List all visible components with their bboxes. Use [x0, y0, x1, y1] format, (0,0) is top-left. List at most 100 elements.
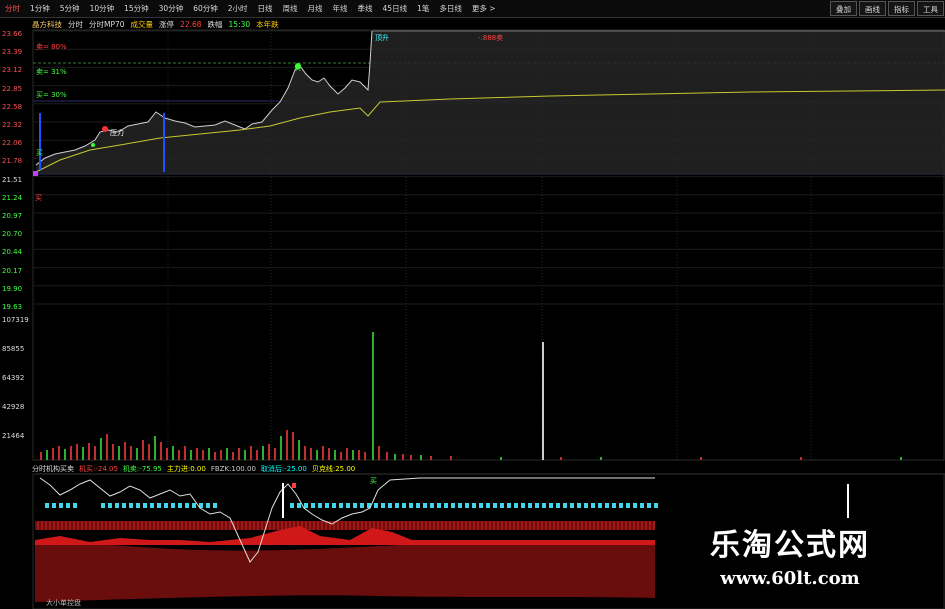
- cyan-dash-633: [633, 503, 637, 508]
- volume-bar-59: [402, 454, 404, 460]
- indicator-item-5: 贝克线:25.00: [311, 464, 356, 473]
- cyan-dash-626: [626, 503, 630, 508]
- period-tab-5[interactable]: 30分钟: [154, 0, 189, 17]
- watermark-title: 乐淘公式网: [710, 528, 870, 563]
- period-tab-12[interactable]: 季线: [353, 0, 378, 17]
- cyan-dash-290: [290, 503, 294, 508]
- volume-bar-13: [118, 446, 120, 460]
- volume-bar-53: [358, 450, 360, 460]
- volume-bar-35: [250, 446, 252, 460]
- volume-bar-20: [160, 442, 162, 460]
- toolbar-button-3[interactable]: 工具: [917, 1, 944, 16]
- toolbar-button-0[interactable]: 叠加: [830, 1, 857, 16]
- volume-bar-48: [328, 448, 330, 460]
- cyan-dash-430: [430, 503, 434, 508]
- volume-bar-1: [46, 450, 48, 460]
- volume-bar-62: [430, 456, 432, 460]
- cyan-dash-101: [101, 503, 105, 508]
- info-bar: 晶方科技 分时 分时MP70 成交量 涨停 22.68 跌幅 15:30 本年跌: [32, 18, 279, 30]
- volume-bar-27: [202, 450, 204, 460]
- period-tab-2[interactable]: 5分钟: [55, 0, 85, 17]
- cyan-dash-353: [353, 503, 357, 508]
- cyan-dash-486: [486, 503, 490, 508]
- toolbar-button-1[interactable]: 画线: [859, 1, 886, 16]
- volume-bar-49: [334, 450, 336, 460]
- volume-bar-40: [280, 436, 282, 460]
- volume-bar-0: [40, 452, 42, 460]
- volume-bar-29: [214, 452, 216, 460]
- period-tab-10[interactable]: 月线: [303, 0, 328, 17]
- period-tab-16[interactable]: 更多 >: [467, 0, 501, 17]
- volume-bar-65: [542, 342, 544, 460]
- signal-dot-red: [102, 126, 108, 132]
- volume-bar-37: [262, 446, 264, 460]
- period-tab-6[interactable]: 60分钟: [188, 0, 223, 17]
- period-tab-0[interactable]: 分时: [0, 0, 25, 17]
- volume-bar-41: [286, 430, 288, 460]
- volume-bar-11: [106, 434, 108, 460]
- cyan-dash-150: [150, 503, 154, 508]
- cyan-dash-458: [458, 503, 462, 508]
- cyan-dash-598: [598, 503, 602, 508]
- volume-bar-38: [268, 444, 270, 460]
- cyan-dash-549: [549, 503, 553, 508]
- cyan-dash-395: [395, 503, 399, 508]
- cyan-dash-528: [528, 503, 532, 508]
- cyan-dash-535: [535, 503, 539, 508]
- volume-bar-39: [274, 448, 276, 460]
- cyan-dash-164: [164, 503, 168, 508]
- volume-bar-56: [378, 446, 380, 460]
- volume-bar-50: [340, 452, 342, 460]
- price-tick-4: 22.58: [2, 102, 23, 111]
- cyan-dash-416: [416, 503, 420, 508]
- cyan-dash-451: [451, 503, 455, 508]
- volume-bar-44: [304, 446, 306, 460]
- cyan-dash-325: [325, 503, 329, 508]
- period-tab-1[interactable]: 1分钟: [25, 0, 55, 17]
- price-tick-14: 19.90: [2, 284, 23, 293]
- top-peak-label: 卖: [294, 64, 301, 72]
- period-tab-13[interactable]: 45日线: [378, 0, 413, 17]
- cyan-dash-542: [542, 503, 546, 508]
- buy-pct-label: 买= 30%: [36, 91, 67, 99]
- volume-bar-51: [346, 448, 348, 460]
- volume-bar-46: [316, 450, 318, 460]
- cyan-dash-514: [514, 503, 518, 508]
- volume-bar-25: [190, 450, 192, 460]
- volume-bar-60: [410, 455, 412, 460]
- y-axis: 23.66 23.39 23.12 22.85 22.58 22.32 22.06 21.78…: [0, 18, 32, 608]
- volume-bar-31: [226, 448, 228, 460]
- period-tab-11[interactable]: 年线: [328, 0, 353, 17]
- period-tab-8[interactable]: 日线: [253, 0, 278, 17]
- left-mark-label: 买: [35, 194, 42, 202]
- mid-pct-label: 卖= 31%: [36, 68, 67, 76]
- chart-canvas[interactable]: [0, 0, 945, 609]
- toolbar-button-2[interactable]: 指标: [888, 1, 915, 16]
- volume-bar-64: [500, 457, 502, 460]
- price-tick-10: 20.97: [2, 212, 23, 220]
- cyan-dash-654: [654, 503, 658, 508]
- volume-bar-36: [256, 450, 258, 460]
- cyan-dash-570: [570, 503, 574, 508]
- period-tab-3[interactable]: 10分钟: [85, 0, 120, 17]
- top-right-tag: -.888卖: [478, 34, 504, 42]
- period-tab-15[interactable]: 多日线: [434, 0, 467, 17]
- volume-bar-54: [364, 452, 366, 460]
- volume-tick-4: 21464: [2, 432, 25, 440]
- cyan-dash-388: [388, 503, 392, 508]
- period-tab-4[interactable]: 15分钟: [119, 0, 154, 17]
- volume-tick-0: 107319: [2, 316, 29, 324]
- volume-bar-69: [800, 457, 802, 460]
- period-tab-9[interactable]: 周线: [278, 0, 303, 17]
- volume-bar-16: [136, 448, 138, 460]
- period-tab-14[interactable]: 1笔: [412, 0, 434, 17]
- cyan-dash-346: [346, 503, 350, 508]
- period-tab-7[interactable]: 2小时: [223, 0, 253, 17]
- cyan-dash-437: [437, 503, 441, 508]
- cyan-dash-465: [465, 503, 469, 508]
- price-tick-1: 23.39: [2, 48, 23, 57]
- cyan-dash-213: [213, 503, 217, 508]
- volume-bar-30: [220, 450, 222, 460]
- cyan-dash-493: [493, 503, 497, 508]
- price-tick-0: 23.66: [2, 30, 23, 38]
